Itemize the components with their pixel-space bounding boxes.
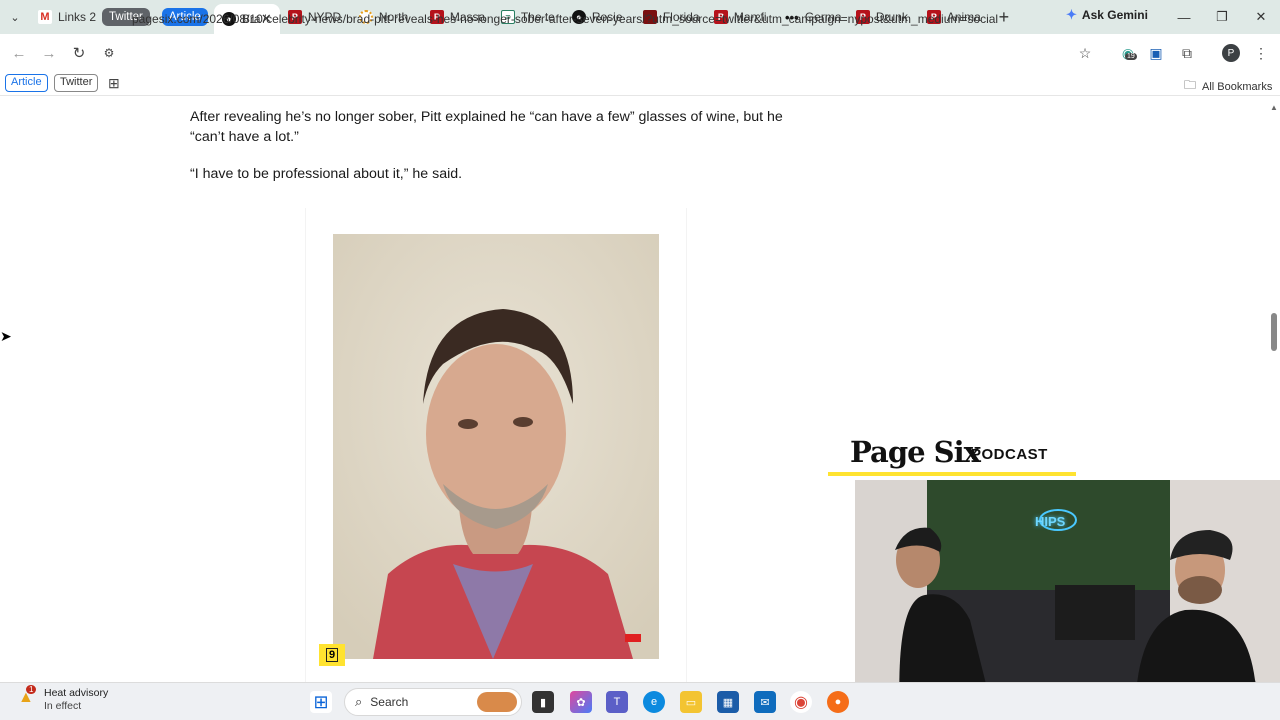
windows-start-icon[interactable]: ⊞ [310, 691, 332, 713]
mouse-cursor-icon: ➤ [0, 328, 12, 344]
forward-button[interactable]: → [34, 38, 64, 68]
bookmarks-bar: Article Twitter ⊞ 🗀 All Bookmarks [0, 72, 1280, 96]
address-bar[interactable]: pagesix.com/2026/08/10/celebrity-news/br… [132, 12, 998, 26]
scroll-up-icon[interactable]: ▲ [1270, 103, 1278, 112]
extension-badge: 19 [1125, 53, 1137, 60]
article-paragraph: “I have to be professional about it,” he… [190, 166, 463, 182]
bookmark-twitter[interactable]: Twitter [54, 74, 99, 92]
mail-icon[interactable]: ✉ [754, 691, 776, 713]
gemini-sparkle-icon: ✦ [1066, 7, 1077, 22]
neon-sign: HIPS [1035, 514, 1066, 529]
ask-gemini-button[interactable]: ✦ Ask Gemini [1066, 7, 1148, 23]
all-bookmarks-button[interactable]: 🗀 All Bookmarks [1184, 76, 1272, 97]
extensions-puzzle-icon[interactable]: ⧉ [1178, 44, 1196, 62]
task-view-icon[interactable]: ▮ [532, 691, 554, 713]
podcast-header: Page Six PODCAST [828, 432, 1076, 476]
extension-icon[interactable]: ◉ 19 [1119, 44, 1137, 62]
scroll-thumb[interactable] [1271, 313, 1277, 351]
photo-number-badge: 9 [319, 644, 345, 666]
teams-icon[interactable]: T [606, 691, 628, 713]
bookmark-star-icon[interactable]: ☆ [1076, 44, 1094, 62]
edge-icon[interactable]: e [643, 691, 665, 713]
tab-links[interactable]: M Links 2 [30, 4, 96, 30]
pagesix-logo: Page Six [850, 435, 981, 469]
bookmark-article[interactable]: Article [5, 74, 48, 92]
heat-warning-icon: ▲ 1 [18, 685, 38, 707]
weather-widget[interactable]: ▲ 1 Heat advisory In effect [18, 685, 108, 713]
article-paragraph: After revealing he’s no longer sober, Pi… [190, 109, 783, 145]
more-menu-icon[interactable]: ⋮ [1252, 44, 1270, 62]
profile-avatar[interactable]: P [1222, 44, 1240, 62]
folder-icon: 🗀 [1184, 78, 1197, 92]
podcast-label: PODCAST [971, 446, 1048, 463]
reload-button[interactable]: ↻ [64, 38, 94, 68]
site-info-icon[interactable]: ⚙ [94, 38, 124, 68]
outlook-extension-icon[interactable]: ▣ [1147, 44, 1165, 62]
taskbar-search[interactable]: ⌕ Search [344, 688, 522, 716]
weather-badge: 1 [26, 685, 37, 694]
back-button[interactable]: ← [4, 38, 34, 68]
apps-grid-icon[interactable]: ⊞ [108, 75, 120, 92]
gmail-icon: M [38, 10, 52, 24]
firefox-icon[interactable]: ● [827, 691, 849, 713]
close-window-button[interactable]: ✕ [1242, 0, 1280, 34]
file-explorer-icon[interactable]: ▭ [680, 691, 702, 713]
chrome-icon[interactable]: ◉ [790, 691, 812, 713]
taskbar: ▲ 1 Heat advisory In effect ⊞ ⌕ Search ▮… [0, 682, 1280, 720]
restore-button[interactable]: ❐ [1203, 0, 1241, 34]
article-photo[interactable] [333, 234, 659, 659]
search-highlight-icon [477, 692, 517, 712]
minimize-button[interactable]: — [1165, 0, 1203, 34]
store-icon[interactable]: ▦ [717, 691, 739, 713]
search-icon: ⌕ [355, 694, 363, 709]
copilot-icon[interactable]: ✿ [570, 691, 592, 713]
tab-search-button[interactable]: ⌄ [0, 0, 30, 34]
